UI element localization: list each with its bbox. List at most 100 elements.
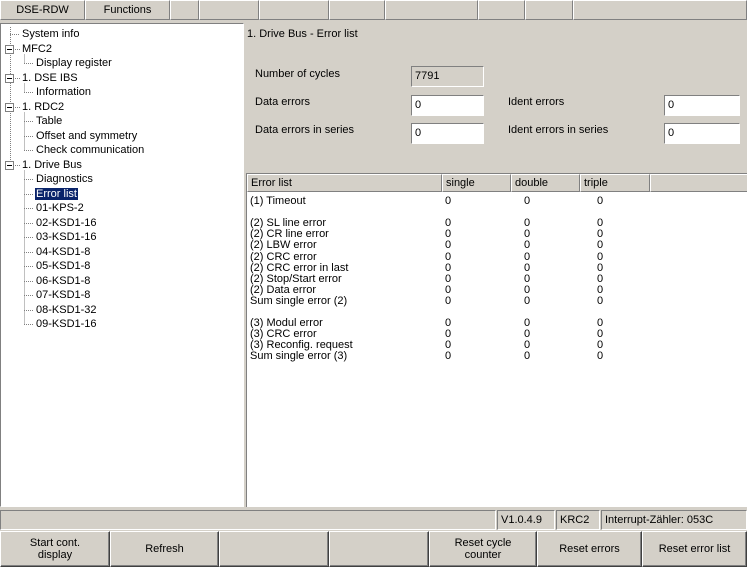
table-row[interactable]: (2) Stop/Start error 0 0 0 [247, 273, 747, 285]
tree-item[interactable]: Check communication [35, 143, 145, 158]
tree-item-label: Check communication [36, 144, 145, 156]
menu-empty-5 [385, 0, 478, 20]
tree-item[interactable]: Display register [35, 56, 113, 71]
tree-item[interactable]: Error list [35, 187, 78, 202]
single-count-cell: 0 [445, 250, 452, 263]
tree-item-label: 05-KSD1-8 [36, 260, 91, 272]
tree-item[interactable]: Offset and symmetry [35, 129, 138, 144]
table-row[interactable]: (2) CRC error in last 0 0 0 [247, 261, 747, 274]
main-panel: 1. Drive Bus - Error list Number of cycl… [244, 23, 747, 507]
number-of-cycles-value: 7791 [411, 66, 484, 87]
ident-errors-series-value: 0 [664, 123, 740, 144]
refresh-button[interactable]: Refresh [110, 531, 219, 567]
menu-empty-3 [259, 0, 329, 20]
table-row[interactable]: (2) CR line error 0 0 0 [247, 229, 747, 240]
tree-item[interactable]: 08-KSD1-32 [35, 303, 98, 318]
tree-item-label: 1. DSE IBS [22, 71, 78, 84]
tree-item[interactable]: Information [35, 85, 92, 100]
softkey-empty-2[interactable] [329, 531, 429, 567]
navigation-tree[interactable]: System info MFC2 Display register 1. DSE IB… [0, 23, 244, 507]
tree-item-label: 1. Drive Bus [22, 158, 82, 171]
tree-item-label: 02-KSD1-16 [36, 216, 97, 229]
tree-item-label: 03-KSD1-16 [36, 231, 97, 243]
menu-empty-8 [573, 0, 747, 20]
data-errors-value: 0 [411, 95, 484, 116]
column-empty [650, 174, 747, 192]
error-name-cell: (2) CRC error [250, 250, 317, 263]
collapse-icon[interactable] [5, 160, 14, 170]
tree-item-label: 08-KSD1-32 [36, 303, 97, 316]
error-name-cell: Sum single error (2) [250, 294, 348, 307]
collapse-icon[interactable] [5, 44, 14, 54]
tree-item-label: System info [22, 28, 80, 40]
tree-item-label: MFC2 [22, 42, 52, 55]
number-of-cycles-label: Number of cycles [255, 68, 340, 80]
tree-item-label: 09-KSD1-16 [36, 318, 97, 330]
status-bar: V1.0.4.9 KRC2 Interrupt-Zähler: 053C [0, 510, 747, 530]
tree-item[interactable]: Table [35, 114, 63, 129]
tree-item[interactable]: 01-KPS-2 [35, 201, 85, 216]
tree-item[interactable]: 02-KSD1-16 [35, 216, 98, 231]
error-name-cell: (1) Timeout [250, 195, 306, 207]
menu-dse-rdw[interactable]: DSE-RDW [0, 0, 85, 20]
tree-item[interactable]: MFC2 [21, 42, 53, 57]
single-count-cell: 0 [445, 239, 452, 252]
double-count-cell: 0 [524, 294, 531, 307]
reset-errors-button[interactable]: Reset errors [537, 531, 642, 567]
menu-empty-7 [525, 0, 573, 20]
triple-count-cell: 0 [597, 350, 604, 363]
double-count-cell: 0 [524, 350, 531, 363]
reset-error-list-button[interactable]: Reset error list [642, 531, 747, 567]
tree-item[interactable]: 1. RDC2 [21, 100, 65, 115]
tree-item[interactable]: 03-KSD1-16 [35, 230, 98, 245]
menu-empty-6 [478, 0, 525, 20]
tree-item-label: Information [36, 86, 92, 98]
column-triple[interactable]: triple [580, 174, 650, 192]
table-row[interactable]: (2) CRC error 0 0 0 [247, 250, 747, 263]
tree-item-label: Offset and symmetry [36, 129, 138, 142]
double-count-cell: 0 [524, 195, 531, 207]
table-row[interactable]: Sum single error (3) 0 0 0 [247, 351, 747, 362]
softkey-bar: Start cont. display Refresh Reset cycle … [0, 531, 747, 567]
tree-item[interactable]: 07-KSD1-8 [35, 288, 91, 303]
status-controller: KRC2 [556, 510, 600, 530]
tree-item-label: Error list [35, 187, 78, 200]
column-error-list[interactable]: Error list [247, 174, 442, 192]
table-row[interactable]: (3) Modul error 0 0 0 [247, 318, 747, 329]
tree-item[interactable]: 04-KSD1-8 [35, 245, 91, 260]
table-row[interactable]: (2) LBW error 0 0 0 [247, 240, 747, 251]
table-row[interactable]: (1) Timeout 0 0 0 [247, 196, 747, 207]
tree-item[interactable]: 05-KSD1-8 [35, 259, 91, 274]
tree-item[interactable]: Diagnostics [35, 172, 94, 187]
ident-errors-series-label: Ident errors in series [508, 124, 609, 136]
collapse-icon[interactable] [5, 102, 14, 112]
tree-item-label: 01-KPS-2 [36, 202, 84, 214]
triple-count-cell: 0 [597, 250, 604, 263]
tree-item[interactable]: 1. DSE IBS [21, 71, 79, 86]
error-list-table[interactable]: Error list single double triple (1) Time… [246, 173, 747, 507]
double-count-cell: 0 [524, 250, 531, 263]
status-message [0, 510, 496, 530]
tree-item[interactable]: System info [21, 27, 80, 42]
tree-item-label: 06-KSD1-8 [36, 274, 91, 287]
menu-bar: DSE-RDW Functions [0, 0, 747, 20]
menu-functions[interactable]: Functions [85, 0, 170, 20]
tree-item-label: 1. RDC2 [22, 100, 65, 113]
tree-item[interactable]: 06-KSD1-8 [35, 274, 91, 289]
error-name-cell: (2) CRC error in last [250, 261, 349, 274]
reset-cycle-counter-button[interactable]: Reset cycle counter [429, 531, 537, 567]
softkey-empty-1[interactable] [219, 531, 329, 567]
column-double[interactable]: double [511, 174, 580, 192]
tree-item[interactable]: 09-KSD1-16 [35, 317, 98, 332]
single-count-cell: 0 [445, 195, 452, 207]
collapse-icon[interactable] [5, 73, 14, 83]
menu-empty-2 [199, 0, 259, 20]
tree-item-label: Display register [36, 57, 112, 69]
triple-count-cell: 0 [597, 261, 604, 274]
tree-item[interactable]: 1. Drive Bus [21, 158, 83, 173]
table-row[interactable]: Sum single error (2) 0 0 0 [247, 294, 747, 307]
column-single[interactable]: single [442, 174, 511, 192]
menu-empty-4 [329, 0, 385, 20]
tree-item-label: Table [36, 115, 63, 127]
start-cont-display-button[interactable]: Start cont. display [0, 531, 110, 567]
